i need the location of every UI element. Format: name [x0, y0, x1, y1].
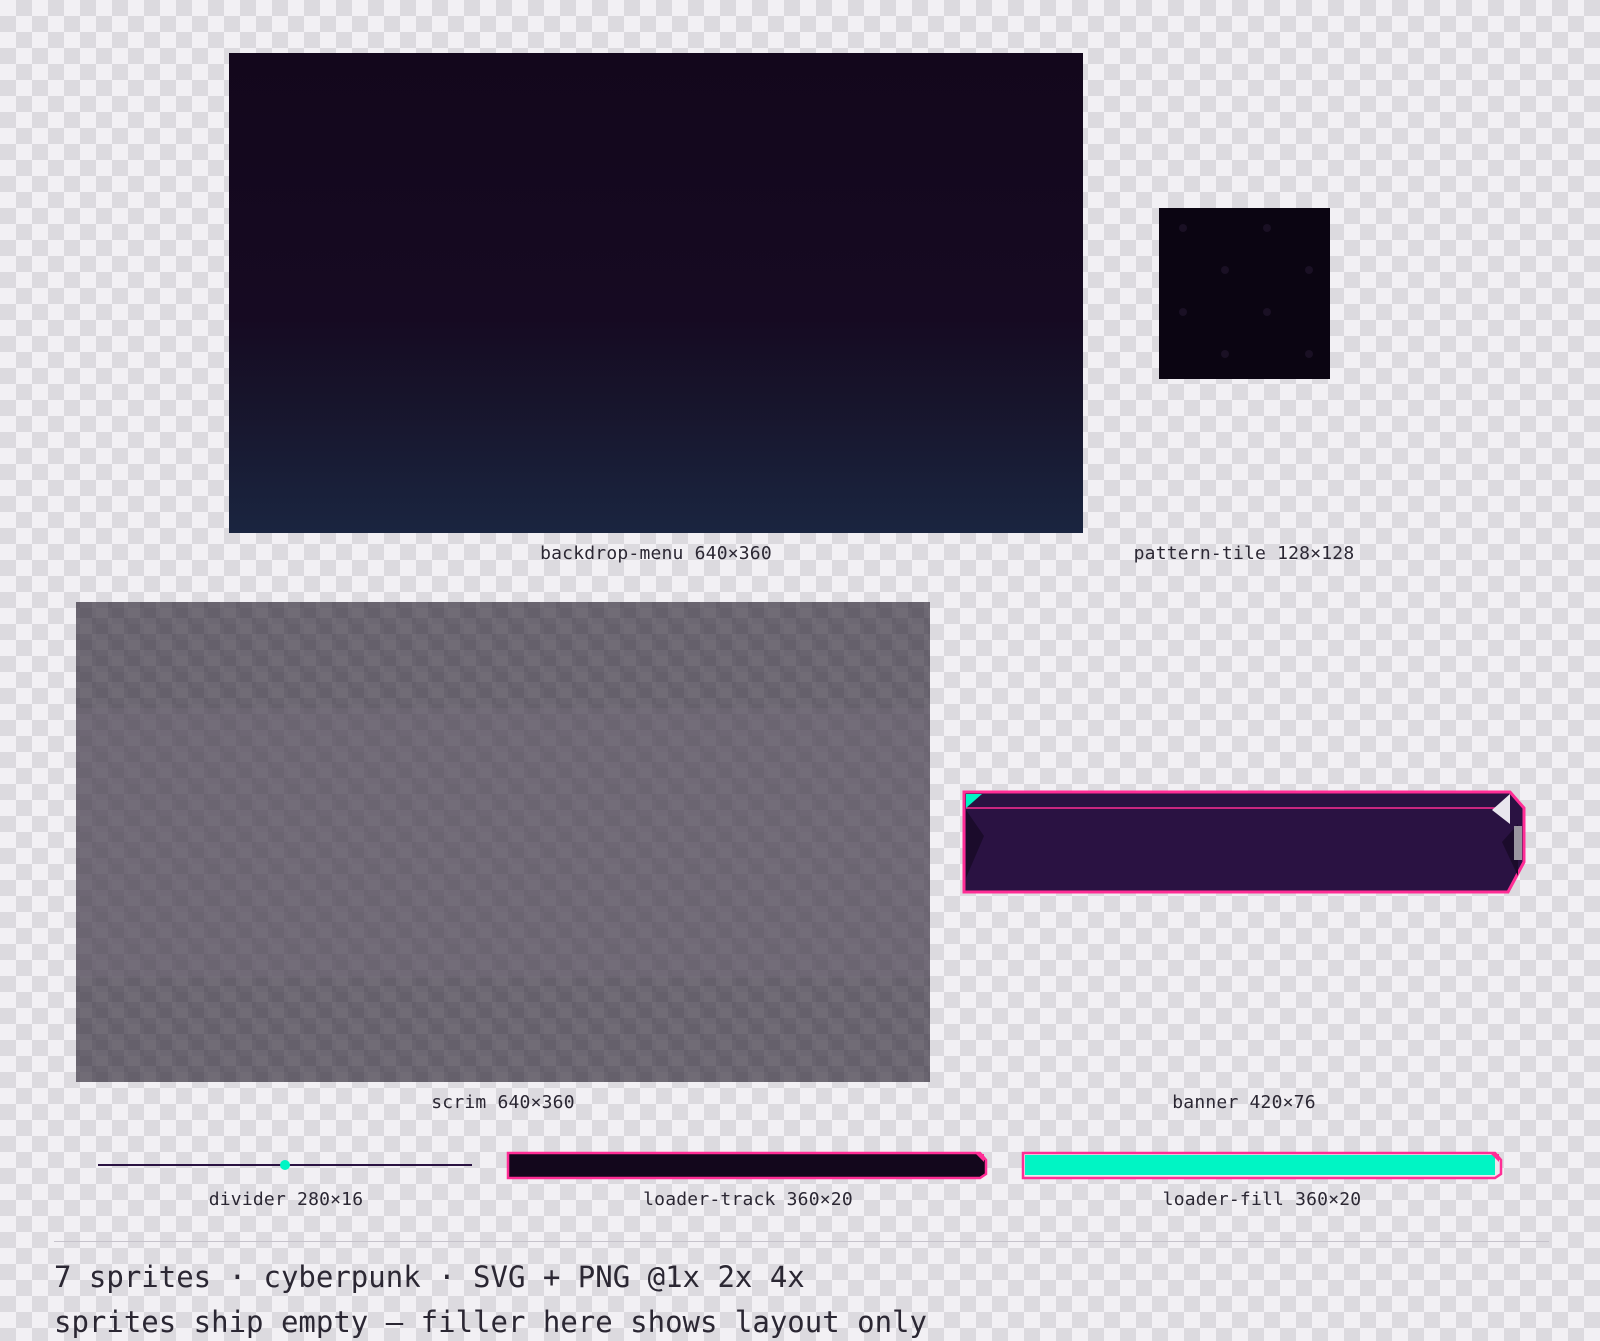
divider-gem — [280, 1160, 290, 1170]
pattern-tile-sprite — [1159, 208, 1330, 379]
loader-fill-bar — [1025, 1155, 1495, 1175]
footer-note: sprites ship empty — filler here shows l… — [54, 1305, 927, 1339]
pattern-dot — [1221, 266, 1229, 274]
loader-track-sprite — [506, 1151, 988, 1180]
divider-sprite — [98, 1160, 472, 1170]
pattern-dot — [1305, 350, 1313, 358]
scrim-caption: scrim 640×360 — [431, 1092, 575, 1113]
banner-caption: banner 420×76 — [1172, 1092, 1316, 1113]
backdrop-menu-caption: backdrop-menu 640×360 — [540, 543, 772, 564]
pattern-dot — [1179, 224, 1187, 232]
pattern-dot — [1263, 224, 1271, 232]
scrim-band — [76, 708, 930, 978]
loader-fill-caption: loader-fill 360×20 — [1162, 1189, 1362, 1210]
pattern-dot — [1221, 350, 1229, 358]
loader-track-caption: loader-track 360×20 — [643, 1189, 853, 1210]
footer-divider — [54, 1241, 1549, 1242]
backdrop-menu-sprite — [229, 53, 1083, 533]
pattern-dot — [1305, 266, 1313, 274]
scrim-sprite — [76, 602, 930, 1082]
footer-summary: 7 sprites · cyberpunk · SVG + PNG @1x 2x… — [54, 1260, 805, 1294]
banner-sprite — [962, 790, 1526, 894]
pattern-dot — [1263, 308, 1271, 316]
loader-fill-sprite — [1021, 1151, 1503, 1180]
divider-caption: divider 280×16 — [208, 1189, 364, 1210]
pattern-dot — [1179, 308, 1187, 316]
pattern-tile-caption: pattern-tile 128×128 — [1133, 543, 1355, 564]
